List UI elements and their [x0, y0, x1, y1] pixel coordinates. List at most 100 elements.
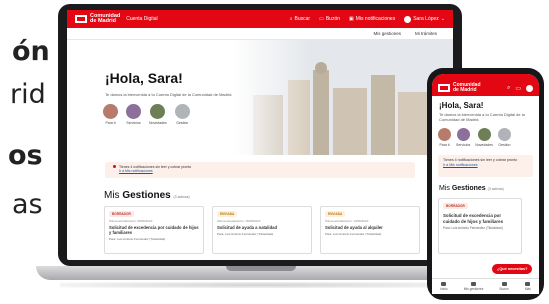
flag-icon: [438, 84, 450, 92]
header-actions: ⌕ Buscar ▭ Buzón ▣ Mis notificaciones Sara …: [290, 15, 445, 23]
phone-shortcut[interactable]: Novedades: [475, 128, 493, 147]
avatar: [404, 15, 412, 23]
gestiones-count: (3 activas): [173, 195, 190, 199]
shortcut-image: [497, 128, 511, 141]
app-name: Cuenta Digital: [126, 16, 158, 22]
welcome-text: Te damos la bienvenida a tu Cuenta Digit…: [105, 92, 233, 97]
phone-welcome-text: Te damos la bienvenida a tu Cuenta Digit…: [439, 112, 525, 122]
menu-icon: [525, 282, 531, 286]
status-badge: ENVIADA: [217, 211, 238, 217]
mailbox-icon: ▭: [319, 16, 324, 22]
notifications-label: Mis notificaciones: [355, 16, 396, 22]
mailbox-icon: [501, 282, 507, 286]
card-title: Solicitud de excedencia por cuidado de h…: [443, 213, 504, 224]
tab-buzon[interactable]: Buzón: [500, 282, 509, 291]
laptop-notch: [226, 266, 296, 271]
marketing-stage: ón rid os as Comunidad de Madrid Cuenta …: [0, 0, 549, 304]
phone-header: Comunidad de Madrid ⌕ ▭: [432, 74, 539, 96]
nav-mis-gestiones[interactable]: Mis gestiones: [373, 31, 401, 36]
top-header-bar: Comunidad de Madrid Cuenta Digital ⌕ Busc…: [67, 10, 453, 28]
cropped-text-line-3: os: [8, 140, 43, 171]
status-badge: BORRADOR: [443, 203, 468, 209]
status-badge: ENVIADA: [325, 211, 346, 217]
card-beneficiary: Para: Luis Antonio Fernández (Titularida…: [109, 237, 166, 241]
phone-gestiones-light: Mis: [439, 185, 450, 192]
cropped-text-line-4: as: [12, 189, 43, 220]
cropped-text-line-1: ón: [12, 36, 50, 67]
shortcut-para-ti[interactable]: Para ti: [103, 104, 118, 125]
shortcut-image: [103, 104, 118, 119]
tab-inicio[interactable]: Inicio: [440, 282, 448, 291]
logo-line-2: de Madrid: [90, 18, 116, 24]
search-icon: ⌕: [289, 16, 293, 22]
buzon-label: Buzón: [325, 16, 341, 22]
shortcut-image: [477, 128, 491, 141]
list-icon: [471, 282, 477, 286]
phone-notice-text: Tienes 4 notificaciones sin leer y cobra…: [443, 158, 518, 162]
shortcut-label: Servicios: [456, 143, 471, 147]
shortcut-image: [150, 104, 166, 119]
tab-mis-gestiones[interactable]: Mis gestiones: [464, 282, 483, 291]
tab-label: Buzón: [499, 287, 509, 291]
phone-logo-line-2: de Madrid: [453, 87, 477, 93]
gestiones-heading: Mis Gestiones (3 activas): [104, 190, 190, 201]
shortcut-label: Gestión: [176, 121, 189, 125]
phone-shortcut[interactable]: Gestión: [497, 128, 511, 147]
gestiones-card-list: BORRADOR Última actualización: 06/08/202…: [104, 206, 420, 254]
phone-shortcut[interactable]: Para ti: [438, 128, 451, 147]
search-label: Buscar: [294, 16, 311, 22]
shortcut-label: Para ti: [105, 121, 116, 125]
shortcut-gestion[interactable]: Gestión: [174, 104, 190, 125]
phone-notification-banner: Tienes 4 notificaciones sin leer y cobra…: [438, 155, 533, 177]
notifications-link[interactable]: Ir a Mis notificaciones: [119, 169, 153, 173]
laptop-shadow: [60, 282, 460, 288]
shortcut-list: Para ti Servicios Novedades Gestión: [103, 104, 190, 125]
buzon-button[interactable]: ▭ Buzón: [319, 16, 340, 22]
phone-screen: Comunidad de Madrid ⌕ ▭ ¡Hola, Sara! Te …: [432, 74, 539, 294]
phone-gestiones-count: (3 activas): [487, 187, 504, 191]
shortcut-label: Para ti: [439, 143, 450, 147]
greeting-heading: ¡Hola, Sara!: [105, 70, 183, 86]
avatar[interactable]: [526, 84, 533, 92]
shortcut-image: [456, 128, 470, 141]
bell-icon: ▣: [349, 16, 354, 22]
hero-section: ¡Hola, Sara! Te damos la bienvenida a tu…: [67, 40, 453, 155]
gestion-card[interactable]: BORRADOR Última actualización: 06/08/202…: [104, 206, 204, 254]
notifications-button[interactable]: ▣ Mis notificaciones: [349, 16, 395, 22]
gestion-card[interactable]: ENVIADA Última actualización: 16/08/2023…: [212, 206, 312, 254]
shortcut-label: Novedades: [149, 121, 167, 125]
card-title: Solicitud de ayuda a natalidad: [217, 225, 278, 230]
tab-mas[interactable]: Más: [525, 282, 531, 291]
nav-mis-tramites[interactable]: Mi trámites: [415, 31, 437, 36]
help-fab-button[interactable]: ¿Qué necesitas?: [492, 264, 533, 274]
card-title: Solicitud de ayuda al alquiler: [325, 225, 383, 230]
phone-gestiones-bold: Gestiones: [451, 185, 486, 192]
flag-icon: [75, 15, 87, 23]
search-button[interactable]: ⌕ Buscar: [290, 16, 310, 22]
shortcut-label: Servicios: [126, 121, 141, 125]
city-skyline-image: [233, 40, 453, 155]
card-date: Última actualización: 16/08/2023: [217, 219, 261, 223]
tab-label: Más: [524, 287, 531, 291]
logo[interactable]: Comunidad de Madrid: [75, 13, 120, 25]
shortcut-image: [438, 128, 451, 141]
shortcut-novedades[interactable]: Novedades: [149, 104, 167, 125]
phone-notifications-link[interactable]: Ir a Mis notificaciones: [443, 163, 478, 167]
shortcut-servicios[interactable]: Servicios: [126, 104, 141, 125]
chevron-down-icon: ⌄: [440, 16, 445, 22]
status-badge: BORRADOR: [109, 211, 134, 217]
search-icon[interactable]: ⌕: [507, 85, 510, 92]
gestion-card[interactable]: ENVIADA Última actualización: 14/08/2023…: [320, 206, 420, 254]
card-beneficiary: Para: Luis Antonio Fernández (Titularida…: [443, 226, 503, 230]
shortcut-image: [126, 104, 141, 119]
phone-gestion-card[interactable]: BORRADOR Solicitud de excedencia por cui…: [438, 198, 522, 254]
phone-gestiones-heading: Mis Gestiones (3 activas): [432, 181, 539, 196]
mailbox-icon[interactable]: ▭: [515, 85, 521, 92]
cropped-text-line-2: rid: [10, 79, 46, 110]
home-icon: [441, 282, 447, 286]
tab-label: Inicio: [440, 287, 448, 291]
gestiones-title-bold: Gestiones: [122, 190, 171, 201]
card-date: Última actualización: 14/08/2023: [325, 219, 369, 223]
phone-shortcut[interactable]: Servicios: [456, 128, 470, 147]
user-menu[interactable]: Sara López ⌄: [404, 15, 445, 23]
